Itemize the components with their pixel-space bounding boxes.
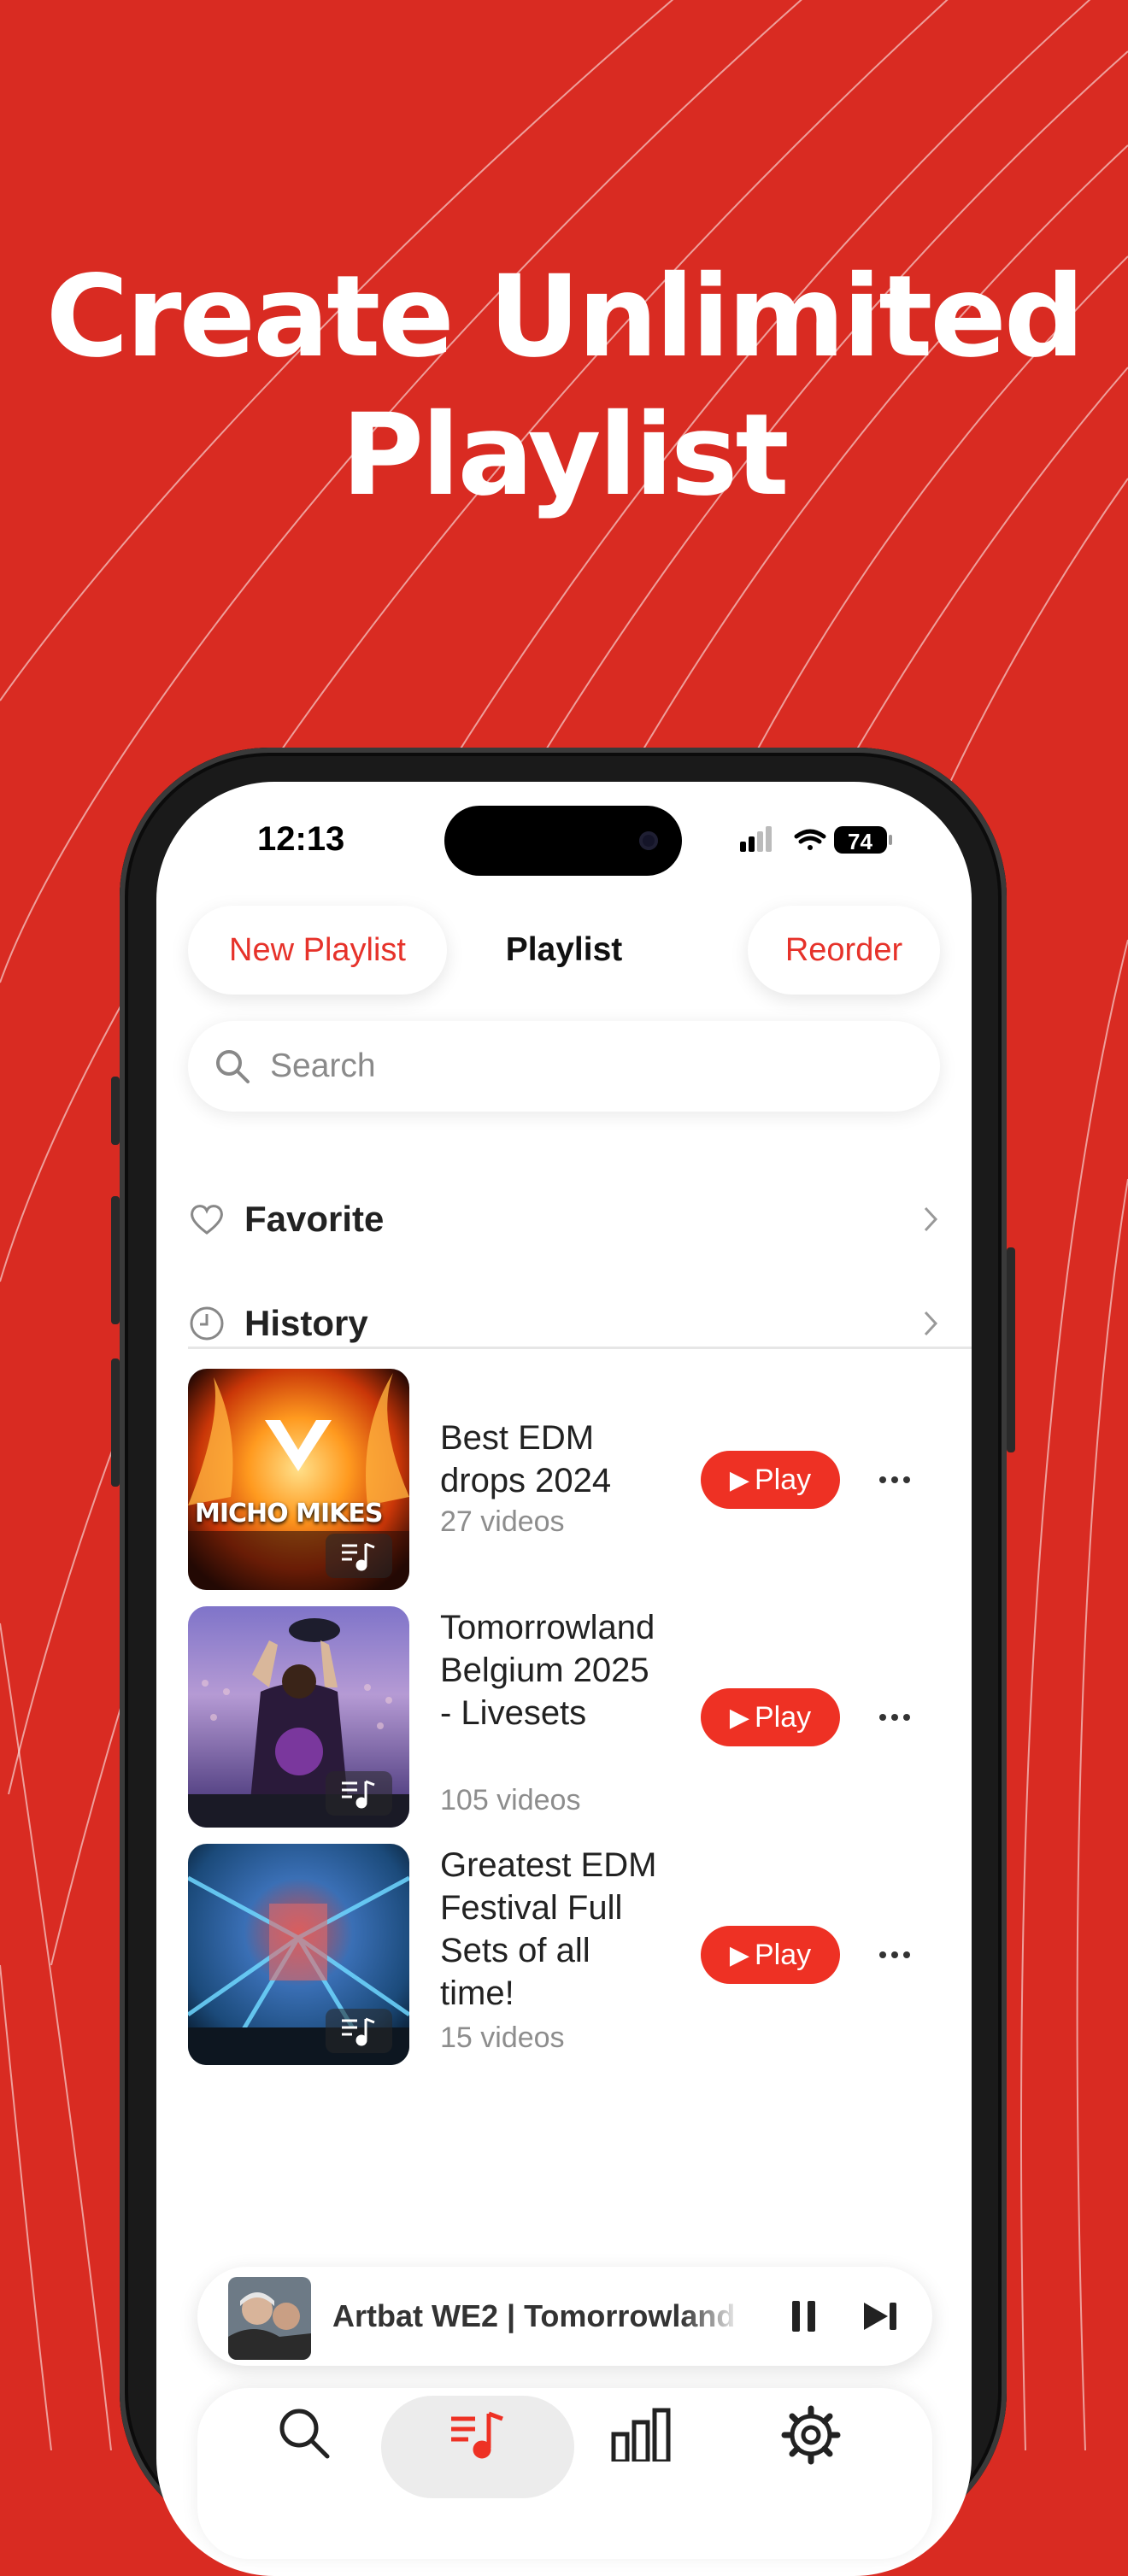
phone-power-button — [1007, 1247, 1015, 1452]
search-bar[interactable]: Search — [188, 1021, 940, 1112]
chevron-right-icon — [924, 1206, 938, 1232]
search-icon — [279, 2409, 330, 2459]
play-button[interactable]: ▶ Play — [701, 1451, 840, 1509]
playlist-title: Best EDM drops 2024 — [440, 1419, 612, 1499]
tab-search[interactable] — [266, 2405, 343, 2473]
reorder-button[interactable]: Reorder — [748, 906, 940, 995]
phone-volume-down — [111, 1358, 120, 1487]
play-icon: ▶ — [729, 1940, 749, 1969]
wifi-icon — [794, 829, 826, 850]
app-screen: 12:13 74 New Playlist Playlist Reorder S… — [156, 782, 972, 2576]
more-icon[interactable] — [876, 1700, 914, 1734]
playlist-count: 15 videos — [440, 2021, 565, 2054]
thumbnail-logo-text: MICHO MIKES — [195, 1499, 383, 1529]
play-icon: ▶ — [729, 1703, 749, 1732]
search-input[interactable]: Search — [270, 1047, 376, 1085]
playlist-item[interactable]: Tomorrowland Belgium 2025 - Livesets 105… — [188, 1606, 940, 1828]
dynamic-island — [444, 806, 682, 876]
tab-settings[interactable] — [773, 2405, 849, 2473]
play-button[interactable]: ▶ Play — [701, 1688, 840, 1746]
phone-side-button — [111, 1077, 120, 1145]
tab-bar — [197, 2388, 932, 2559]
playlist-title: Greatest EDM Festival Full Sets of all t… — [440, 1846, 657, 2012]
headline-line-2: Playlist — [341, 390, 789, 521]
tab-charts[interactable] — [603, 2405, 680, 2473]
playlist-badge — [326, 1534, 392, 1578]
tab-playlist[interactable] — [439, 2405, 516, 2473]
more-icon[interactable] — [876, 1938, 914, 1972]
play-label: Play — [754, 1700, 812, 1734]
now-playing-artwork — [228, 2277, 311, 2360]
clock-icon — [190, 1306, 224, 1341]
play-label: Play — [754, 1463, 812, 1496]
now-playing-title: Artbat WE2 | Tomorrowland 2025 — [332, 2298, 743, 2333]
playlist-badge — [326, 1771, 392, 1816]
playlist-item[interactable]: Greatest EDM Festival Full Sets of all t… — [188, 1844, 940, 2066]
settings-icon — [781, 2405, 841, 2465]
playlist-item[interactable]: MICHO MIKES Best EDM drops 2024 27 video… — [188, 1369, 940, 1591]
phone-volume-up — [111, 1196, 120, 1324]
history-label: History — [244, 1303, 368, 1343]
playlist-music-icon — [342, 2017, 375, 2046]
pause-icon[interactable] — [787, 2292, 821, 2340]
favorite-row[interactable]: Favorite — [188, 1185, 940, 1253]
play-icon: ▶ — [729, 1465, 749, 1494]
chevron-right-icon — [924, 1311, 938, 1336]
playlist-count: 27 videos — [440, 1505, 565, 1538]
playlist-count: 105 videos — [440, 1784, 581, 1816]
heart-icon — [191, 1205, 223, 1235]
play-label: Play — [754, 1938, 812, 1971]
status-icons: 74 — [740, 826, 892, 854]
battery-level: 74 — [848, 829, 872, 854]
chart-icon — [611, 2408, 671, 2462]
more-icon[interactable] — [876, 1463, 914, 1497]
search-icon — [216, 1050, 250, 1083]
headline: Create Unlimited Playlist — [0, 248, 1128, 525]
favorite-label: Favorite — [244, 1199, 385, 1239]
camera-icon — [639, 831, 658, 850]
play-button[interactable]: ▶ Play — [701, 1926, 840, 1984]
playlist-icon — [451, 2411, 503, 2459]
status-time: 12:13 — [257, 820, 345, 858]
next-track-icon[interactable] — [857, 2292, 908, 2340]
cellular-signal-icon — [740, 826, 772, 852]
playlist-thumbnail — [188, 1844, 409, 2065]
playlist-title: Tomorrowland Belgium 2025 - Livesets — [440, 1609, 655, 1732]
divider — [188, 1347, 972, 1349]
playlist-badge — [326, 2009, 392, 2053]
playlist-thumbnail: MICHO MIKES — [188, 1369, 409, 1590]
headline-line-1: Create Unlimited — [45, 251, 1085, 383]
mini-player[interactable]: Artbat WE2 | Tomorrowland 2025 — [197, 2267, 932, 2366]
playlist-music-icon — [342, 1780, 375, 1809]
playlist-thumbnail — [188, 1606, 409, 1828]
playlist-music-icon — [342, 1542, 375, 1571]
